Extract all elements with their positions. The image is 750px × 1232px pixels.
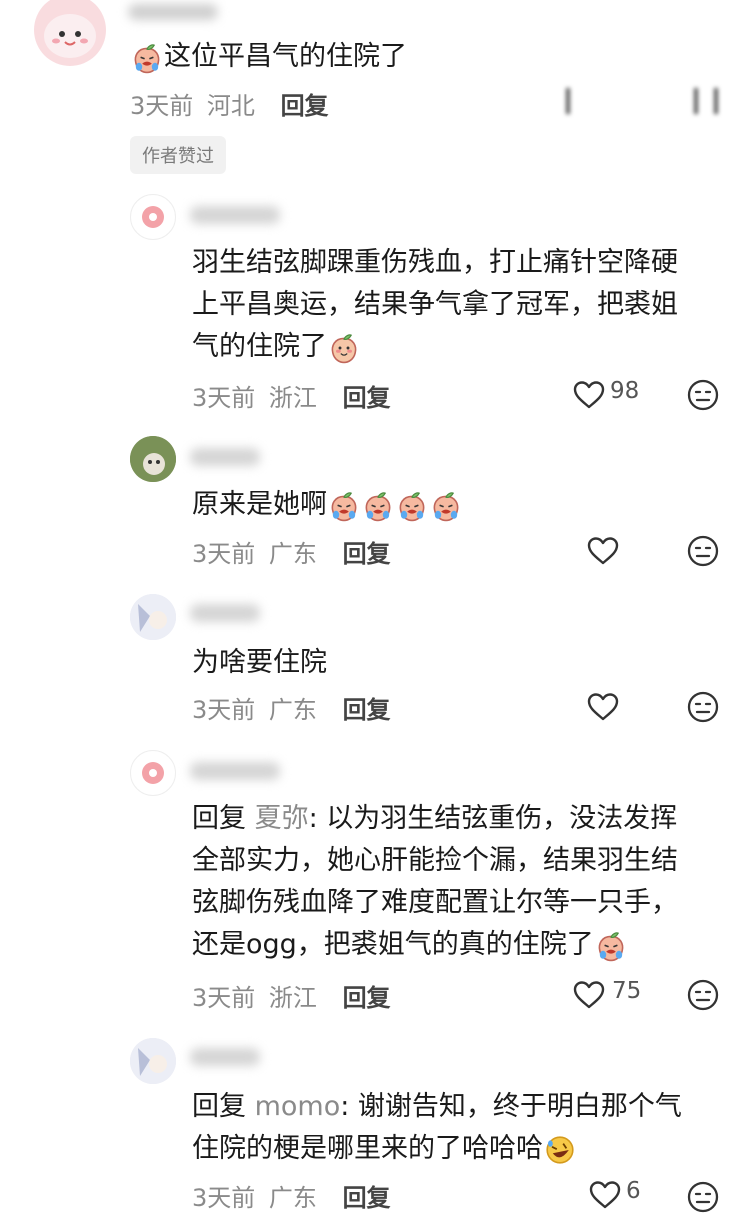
location: 浙江 bbox=[268, 384, 317, 412]
comment-text: 这位平昌气的住院了 bbox=[130, 36, 407, 78]
dislike-face-icon[interactable] bbox=[686, 978, 720, 1012]
comment-text: 回复 夏弥: 以为羽生结弦重伤，没法发挥 全部实力，她心肝能捡个漏，结果羽生结 … bbox=[192, 803, 678, 962]
timestamp: 3天前 bbox=[192, 384, 256, 412]
location: 河北 bbox=[206, 92, 255, 120]
mention-username[interactable]: momo bbox=[255, 1091, 341, 1122]
like-count: 98 bbox=[610, 378, 640, 404]
dislike-face-icon[interactable] bbox=[686, 534, 720, 568]
comment-meta: 3天前 广东 回复 bbox=[192, 534, 391, 569]
heart-icon[interactable] bbox=[586, 536, 620, 566]
dislike-face-icon[interactable] bbox=[686, 1180, 720, 1214]
avatar[interactable] bbox=[130, 750, 176, 796]
location: 广东 bbox=[268, 540, 317, 568]
comment-meta: 3天前 河北 回复 bbox=[130, 86, 329, 121]
location: 广东 bbox=[268, 1184, 317, 1212]
comment-text: 羽生结弦脚踝重伤残血，打止痛针空降硬 上平昌奥运，结果争气拿了冠军，把裘姐 气的… bbox=[192, 247, 678, 364]
heart-icon[interactable] bbox=[588, 1180, 622, 1210]
timestamp: 3天前 bbox=[192, 1184, 256, 1212]
like-action-blurred[interactable] bbox=[552, 86, 588, 114]
comment-meta: 3天前 浙江 回复 bbox=[192, 378, 391, 413]
username[interactable] bbox=[190, 1048, 260, 1066]
comment-text: 原来是她啊 bbox=[192, 484, 463, 526]
dislike-face-icon[interactable] bbox=[686, 690, 720, 724]
comment-meta: 3天前 浙江 回复 bbox=[192, 978, 391, 1013]
reply-button[interactable]: 回复 bbox=[343, 1184, 391, 1212]
dislike-action-blurred[interactable] bbox=[690, 86, 726, 114]
reply-button[interactable]: 回复 bbox=[281, 92, 329, 120]
timestamp: 3天前 bbox=[192, 696, 256, 724]
crying-emoji-icon bbox=[362, 490, 394, 522]
comment-meta: 3天前 广东 回复 bbox=[192, 1178, 391, 1213]
dislike-face-icon[interactable] bbox=[686, 378, 720, 412]
heart-icon[interactable] bbox=[572, 980, 606, 1010]
username[interactable] bbox=[190, 448, 260, 466]
peach-emoji-icon bbox=[131, 42, 163, 74]
author-liked-badge: 作者赞过 bbox=[130, 136, 226, 174]
username[interactable] bbox=[190, 604, 260, 622]
avatar[interactable] bbox=[130, 594, 176, 640]
heart-icon[interactable] bbox=[586, 692, 620, 722]
comment-text: 为啥要住院 bbox=[192, 647, 327, 678]
like-count: 75 bbox=[612, 978, 642, 1004]
crying-emoji-icon bbox=[328, 490, 360, 522]
peach-emoji-icon bbox=[328, 332, 360, 364]
avatar[interactable] bbox=[130, 1038, 176, 1084]
heart-icon[interactable] bbox=[572, 380, 606, 410]
username[interactable] bbox=[128, 4, 218, 20]
comment-text: 回复 momo: 谢谢告知，终于明白那个气 住院的梗是哪里来的了哈哈哈 bbox=[192, 1091, 682, 1166]
avatar[interactable] bbox=[34, 0, 106, 66]
timestamp: 3天前 bbox=[130, 92, 194, 120]
location: 广东 bbox=[268, 696, 317, 724]
crying-emoji-icon bbox=[430, 490, 462, 522]
timestamp: 3天前 bbox=[192, 984, 256, 1012]
crying-emoji-icon bbox=[396, 490, 428, 522]
username[interactable] bbox=[190, 762, 280, 780]
rofl-emoji-icon bbox=[544, 1134, 576, 1166]
crying-emoji-icon bbox=[595, 930, 627, 962]
reply-button[interactable]: 回复 bbox=[343, 696, 391, 724]
like-count: 6 bbox=[626, 1178, 641, 1204]
comment-meta: 3天前 广东 回复 bbox=[192, 690, 391, 725]
avatar[interactable] bbox=[130, 194, 176, 240]
mention-username[interactable]: 夏弥 bbox=[255, 803, 309, 834]
reply-button[interactable]: 回复 bbox=[343, 384, 391, 412]
username[interactable] bbox=[190, 206, 280, 224]
location: 浙江 bbox=[268, 984, 317, 1012]
avatar[interactable] bbox=[130, 436, 176, 482]
reply-button[interactable]: 回复 bbox=[343, 540, 391, 568]
timestamp: 3天前 bbox=[192, 540, 256, 568]
reply-button[interactable]: 回复 bbox=[343, 984, 391, 1012]
